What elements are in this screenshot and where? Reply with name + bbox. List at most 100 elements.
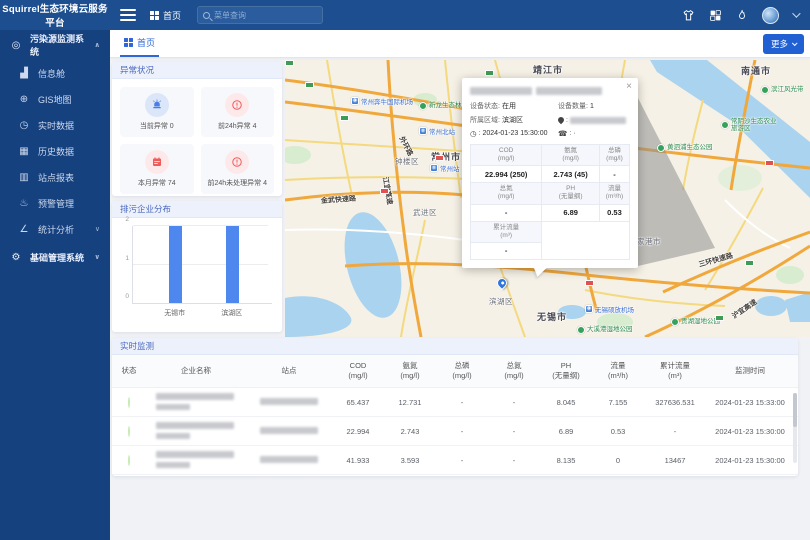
map-label: ≡常州北站 (419, 126, 455, 136)
abnormal-status-panel: 异常状况 当前异常 0 前24h异常 4 本月异常 74 前24h未处理异常 4 (112, 62, 282, 196)
park-icon (577, 326, 585, 334)
hamburger-menu-icon[interactable] (120, 9, 136, 21)
gis-map[interactable]: 靖江市南通市常州市无锡市钟楼区武进区滨湖区张家港市金武快速路三环快速路外环路江宜… (285, 60, 810, 337)
flame-icon[interactable] (735, 8, 749, 22)
popup-metric-header: 流量(m³/h) (599, 183, 629, 204)
tab-home[interactable]: 首页 (120, 30, 159, 57)
cell: 6.89 (540, 427, 592, 436)
theme-skin-icon[interactable] (681, 8, 695, 22)
breadcrumb[interactable]: 首页 (150, 9, 181, 22)
map-label: ✈无锡硕放机场 (585, 304, 634, 314)
menu-search[interactable] (197, 6, 323, 24)
cell: - (488, 456, 540, 465)
sidebar: ◎ 污染源监测系统∧▟ 信息舱⊕ GIS地图◷ 实时数据▦ 历史数据▥ 站点报表… (0, 30, 110, 540)
cell: 65.437 (332, 398, 384, 407)
column-header-1: 企业名称 (146, 366, 246, 376)
sidebar-item-2[interactable]: ⊕ GIS地图 (0, 86, 110, 112)
map-label: ≡常州站 (430, 163, 460, 173)
history-grid-icon: ▦ (18, 146, 30, 157)
popup-metric-value: 22.994 (250) (471, 166, 542, 183)
map-label: 滨湖区 (489, 296, 513, 307)
cell: 7.155 (592, 398, 644, 407)
realtime-clock-icon: ◷ (18, 120, 30, 131)
popup-title-redacted (470, 87, 630, 95)
topbar: Squirrel生态环境云服务平台 首页 (0, 0, 810, 30)
map-label: 无锡市 (537, 310, 567, 323)
cell: 2.743 (384, 427, 436, 436)
sidebar-item-5[interactable]: ▥ 站点报表 (0, 164, 110, 190)
airport-icon: ✈ (351, 97, 359, 105)
station-name-redacted (246, 398, 332, 407)
phone-icon: ☎ (558, 129, 567, 138)
cell: 327636.531 (644, 398, 706, 407)
pin-icon (558, 116, 564, 125)
cell: - (488, 398, 540, 407)
popup-metric-value: - (471, 204, 542, 221)
layout-screen-icon[interactable] (708, 8, 722, 22)
cell: 2024-01-23 15:30:00 (706, 456, 794, 465)
device-popup: × 设备状态:在用设备数量:1所属区域:滨湖区:◷:2024-01-23 15:… (462, 78, 638, 268)
more-button[interactable]: 更多 (763, 34, 804, 54)
status-dot (128, 455, 130, 466)
popup-metric-value: - (599, 166, 629, 183)
park-icon (419, 102, 427, 110)
stat-card-2[interactable]: 本月异常 74 (120, 144, 194, 194)
sidebar-item-7[interactable]: ∠ 统计分析∨ (0, 216, 110, 242)
popup-metric-header: 累计流量(m³) (471, 221, 542, 242)
popup-field: 所属区域:滨湖区 (470, 115, 558, 125)
table-scrollbar[interactable] (793, 393, 797, 463)
x-tick: 滨湖区 (221, 308, 242, 318)
cell: 41.933 (332, 456, 384, 465)
panel-title: 异常状况 (112, 62, 282, 79)
park-icon (721, 121, 729, 129)
breadcrumb-home[interactable]: 首页 (163, 9, 181, 22)
cell: 0 (592, 456, 644, 465)
cell: 22.994 (332, 427, 384, 436)
station-name-redacted (246, 456, 332, 465)
map-label: 靖江市 (533, 63, 563, 76)
popup-field: 设备数量:1 (558, 101, 630, 111)
popup-metric-header: COD(mg/l) (471, 145, 542, 166)
stat-card-3[interactable]: 前24h未处理异常 4 (201, 144, 275, 194)
stat-card-0[interactable]: 当前异常 0 (120, 87, 194, 137)
column-header-2: 站点 (246, 366, 332, 376)
enterprise-distribution-panel: 排污企业分布 012无锡市滨湖区 (112, 201, 282, 332)
rail-station-icon: ≡ (430, 164, 438, 172)
alert-circle-icon (225, 93, 249, 117)
panel-title: 实时监测 (112, 338, 798, 355)
sidebar-item-1[interactable]: ▟ 信息舱 (0, 60, 110, 86)
table-row[interactable]: 41.9333.593--8.1350134672024-01-23 15:30… (112, 446, 798, 475)
bar-chart: 012无锡市滨湖区 (112, 218, 282, 326)
sidebar-item-8[interactable]: ⚙ 基础管理系统∨ (0, 242, 110, 272)
search-icon (203, 12, 210, 19)
airport-icon: ✈ (585, 305, 593, 313)
cell: 8.045 (540, 398, 592, 407)
map-label: 南通市 (741, 64, 771, 77)
warning-manage-icon: ♨ (18, 198, 30, 209)
sidebar-item-6[interactable]: ♨ 预警管理 (0, 190, 110, 216)
company-name-redacted (146, 422, 246, 441)
popup-field: 设备状态:在用 (470, 101, 558, 111)
sidebar-item-4[interactable]: ▦ 历史数据 (0, 138, 110, 164)
cell: 13467 (644, 456, 706, 465)
popup-metric-value: 2.743 (45) (542, 166, 600, 183)
status-dot (128, 426, 130, 437)
map-label: 滨江风光带 (761, 86, 804, 94)
popup-field: ◷:2024-01-23 15:30:00 (470, 129, 558, 138)
radar-icon: ◎ (10, 40, 22, 51)
search-input[interactable] (214, 11, 314, 20)
sidebar-item-0[interactable]: ◎ 污染源监测系统∧ (0, 30, 110, 60)
cell: - (436, 456, 488, 465)
sidebar-item-3[interactable]: ◷ 实时数据 (0, 112, 110, 138)
park-icon (761, 86, 769, 94)
chevron-down-icon[interactable] (792, 9, 800, 17)
status-dot (128, 397, 130, 408)
stat-card-1[interactable]: 前24h异常 4 (201, 87, 275, 137)
table-row[interactable]: 65.43712.731--8.0457.155327636.5312024-0… (112, 388, 798, 417)
base-system-icon: ⚙ (10, 252, 22, 263)
tab-home-icon (124, 38, 133, 47)
user-avatar[interactable] (762, 7, 779, 24)
table-row[interactable]: 22.9942.743--6.890.53-2024-01-23 15:30:0… (112, 417, 798, 446)
rail-station-icon: ≡ (419, 127, 427, 135)
close-icon[interactable]: × (626, 81, 632, 92)
